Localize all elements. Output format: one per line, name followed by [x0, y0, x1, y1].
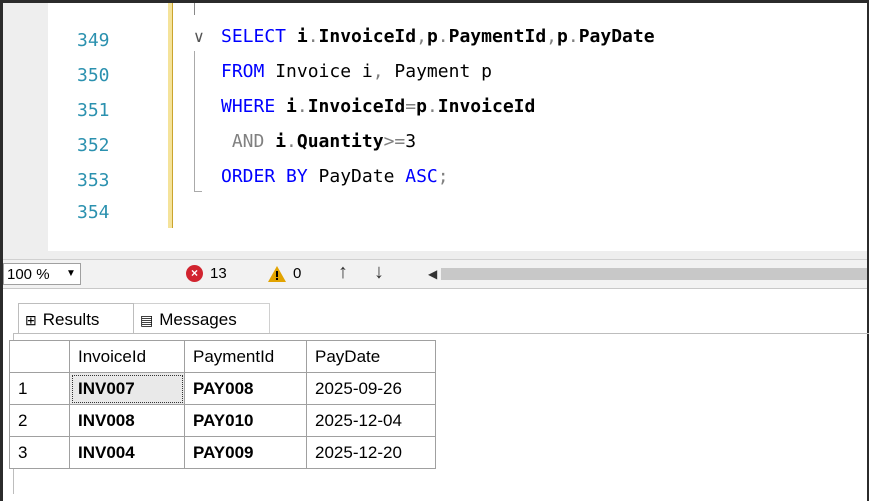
code-token: Quantity — [296, 131, 384, 152]
code-line[interactable]: AND i.Quantity>=3 — [221, 132, 416, 152]
table-row: 2 INV008 PAY010 2025-12-04 — [9, 404, 436, 437]
grid-cell[interactable]: INV004 — [69, 436, 185, 469]
code-token: . — [296, 96, 308, 117]
column-header[interactable]: PayDate — [306, 340, 436, 373]
fold-guide — [194, 51, 195, 191]
grid-cell[interactable]: PAY008 — [184, 372, 307, 405]
zoom-value: 100 % — [7, 266, 50, 283]
row-number[interactable]: 3 — [9, 436, 70, 469]
line-number: 351 — [77, 100, 110, 121]
code-token: , — [416, 26, 427, 47]
error-count[interactable]: 13 — [210, 265, 227, 282]
horizontal-scrollbar[interactable] — [441, 268, 867, 280]
code-line[interactable]: SELECT i.InvoiceId,p.PaymentId,p.PayDate — [221, 27, 655, 47]
sql-editor[interactable]: 349 350 351 352 353 354 ∨ SELECT i.Invoi… — [3, 3, 867, 259]
code-token: p — [416, 96, 427, 117]
code-token: InvoiceId — [318, 26, 417, 47]
code-token: Payment p — [394, 61, 492, 82]
fold-guide — [194, 3, 195, 15]
column-header[interactable]: PaymentId — [184, 340, 307, 373]
chevron-down-icon[interactable]: ▼ — [66, 268, 76, 279]
grid-icon: ⊞ — [25, 312, 37, 328]
code-token: InvoiceId — [307, 96, 406, 117]
warning-icon[interactable] — [267, 265, 287, 283]
tab-messages[interactable]: ▤ Messages — [134, 303, 270, 333]
code-token: . — [567, 26, 579, 47]
code-token: i — [286, 96, 297, 117]
code-line[interactable]: ORDER BY PayDate ASC; — [221, 167, 449, 187]
code-token: = — [405, 96, 417, 117]
grid-cell[interactable]: INV007 — [69, 372, 185, 405]
line-number: 349 — [77, 30, 110, 51]
code-token: Invoice i — [275, 61, 373, 82]
table-row: 3 INV004 PAY009 2025-12-20 — [9, 436, 436, 469]
messages-icon: ▤ — [140, 312, 154, 328]
editor-status-bar: 100 % ▼ × 13 0 ↑ ↓ ◀ — [3, 259, 867, 288]
line-number: 352 — [77, 135, 110, 156]
grid-cell[interactable]: PAY010 — [184, 404, 307, 437]
error-icon[interactable]: × — [186, 265, 203, 282]
code-token: AND — [221, 131, 276, 152]
column-header[interactable]: InvoiceId — [69, 340, 185, 373]
code-token: WHERE — [221, 96, 287, 117]
editor-gutter — [3, 3, 48, 259]
code-token: . — [437, 26, 449, 47]
warning-count[interactable]: 0 — [293, 265, 301, 282]
code-line[interactable]: FROM Invoice i, Payment p — [221, 62, 492, 82]
code-token: ASC — [405, 166, 438, 187]
code-token: PayDate — [578, 26, 655, 47]
code-token: . — [286, 131, 297, 152]
code-token: >= — [383, 131, 406, 152]
grid-cell[interactable]: INV008 — [69, 404, 185, 437]
editor-bottom-margin — [3, 251, 867, 259]
grid-cell[interactable]: 2025-12-04 — [306, 404, 436, 437]
line-number: 354 — [77, 202, 110, 223]
code-token: , — [372, 61, 395, 82]
tab-results[interactable]: ⊞ Results — [18, 303, 134, 333]
fold-guide-end — [194, 191, 202, 192]
row-number[interactable]: 2 — [9, 404, 70, 437]
arrow-down-icon[interactable]: ↓ — [374, 261, 384, 284]
row-number[interactable]: 1 — [9, 372, 70, 405]
line-number: 350 — [77, 65, 110, 86]
arrow-up-icon[interactable]: ↑ — [338, 261, 348, 284]
code-token: , — [546, 26, 558, 47]
code-token: . — [307, 26, 319, 47]
code-token: FROM — [221, 61, 276, 82]
code-token: PaymentId — [448, 26, 547, 47]
grid-cell[interactable]: PAY009 — [184, 436, 307, 469]
code-token: i — [296, 26, 308, 47]
code-token: SELECT — [221, 26, 297, 47]
code-token: p — [557, 26, 568, 47]
scroll-left-icon[interactable]: ◀ — [428, 267, 437, 281]
grid-cell[interactable]: 2025-09-26 — [306, 372, 436, 405]
code-token: i — [275, 131, 287, 152]
code-token: p — [426, 26, 438, 47]
zoom-dropdown[interactable]: 100 % ▼ — [3, 263, 81, 285]
code-token: . — [426, 96, 438, 117]
results-grid: InvoiceId PaymentId PayDate 1 INV007 PAY… — [9, 340, 436, 469]
tab-messages-label: Messages — [159, 310, 237, 329]
code-token: PayDate — [318, 166, 406, 187]
line-number: 353 — [77, 170, 110, 191]
change-tracking-bar — [168, 3, 173, 228]
code-token: ORDER BY — [221, 166, 319, 187]
grid-header-row: InvoiceId PaymentId PayDate — [9, 340, 436, 373]
code-line[interactable]: WHERE i.InvoiceId=p.InvoiceId — [221, 97, 535, 117]
code-token: ; — [437, 166, 449, 187]
code-token: 3 — [405, 131, 417, 152]
tab-results-label: Results — [42, 310, 100, 329]
code-token: InvoiceId — [437, 96, 536, 117]
grid-cell[interactable]: 2025-12-20 — [306, 436, 436, 469]
collapse-chevron-icon[interactable]: ∨ — [193, 27, 205, 46]
row-header-corner[interactable] — [9, 340, 70, 373]
table-row: 1 INV007 PAY008 2025-09-26 — [9, 372, 436, 405]
